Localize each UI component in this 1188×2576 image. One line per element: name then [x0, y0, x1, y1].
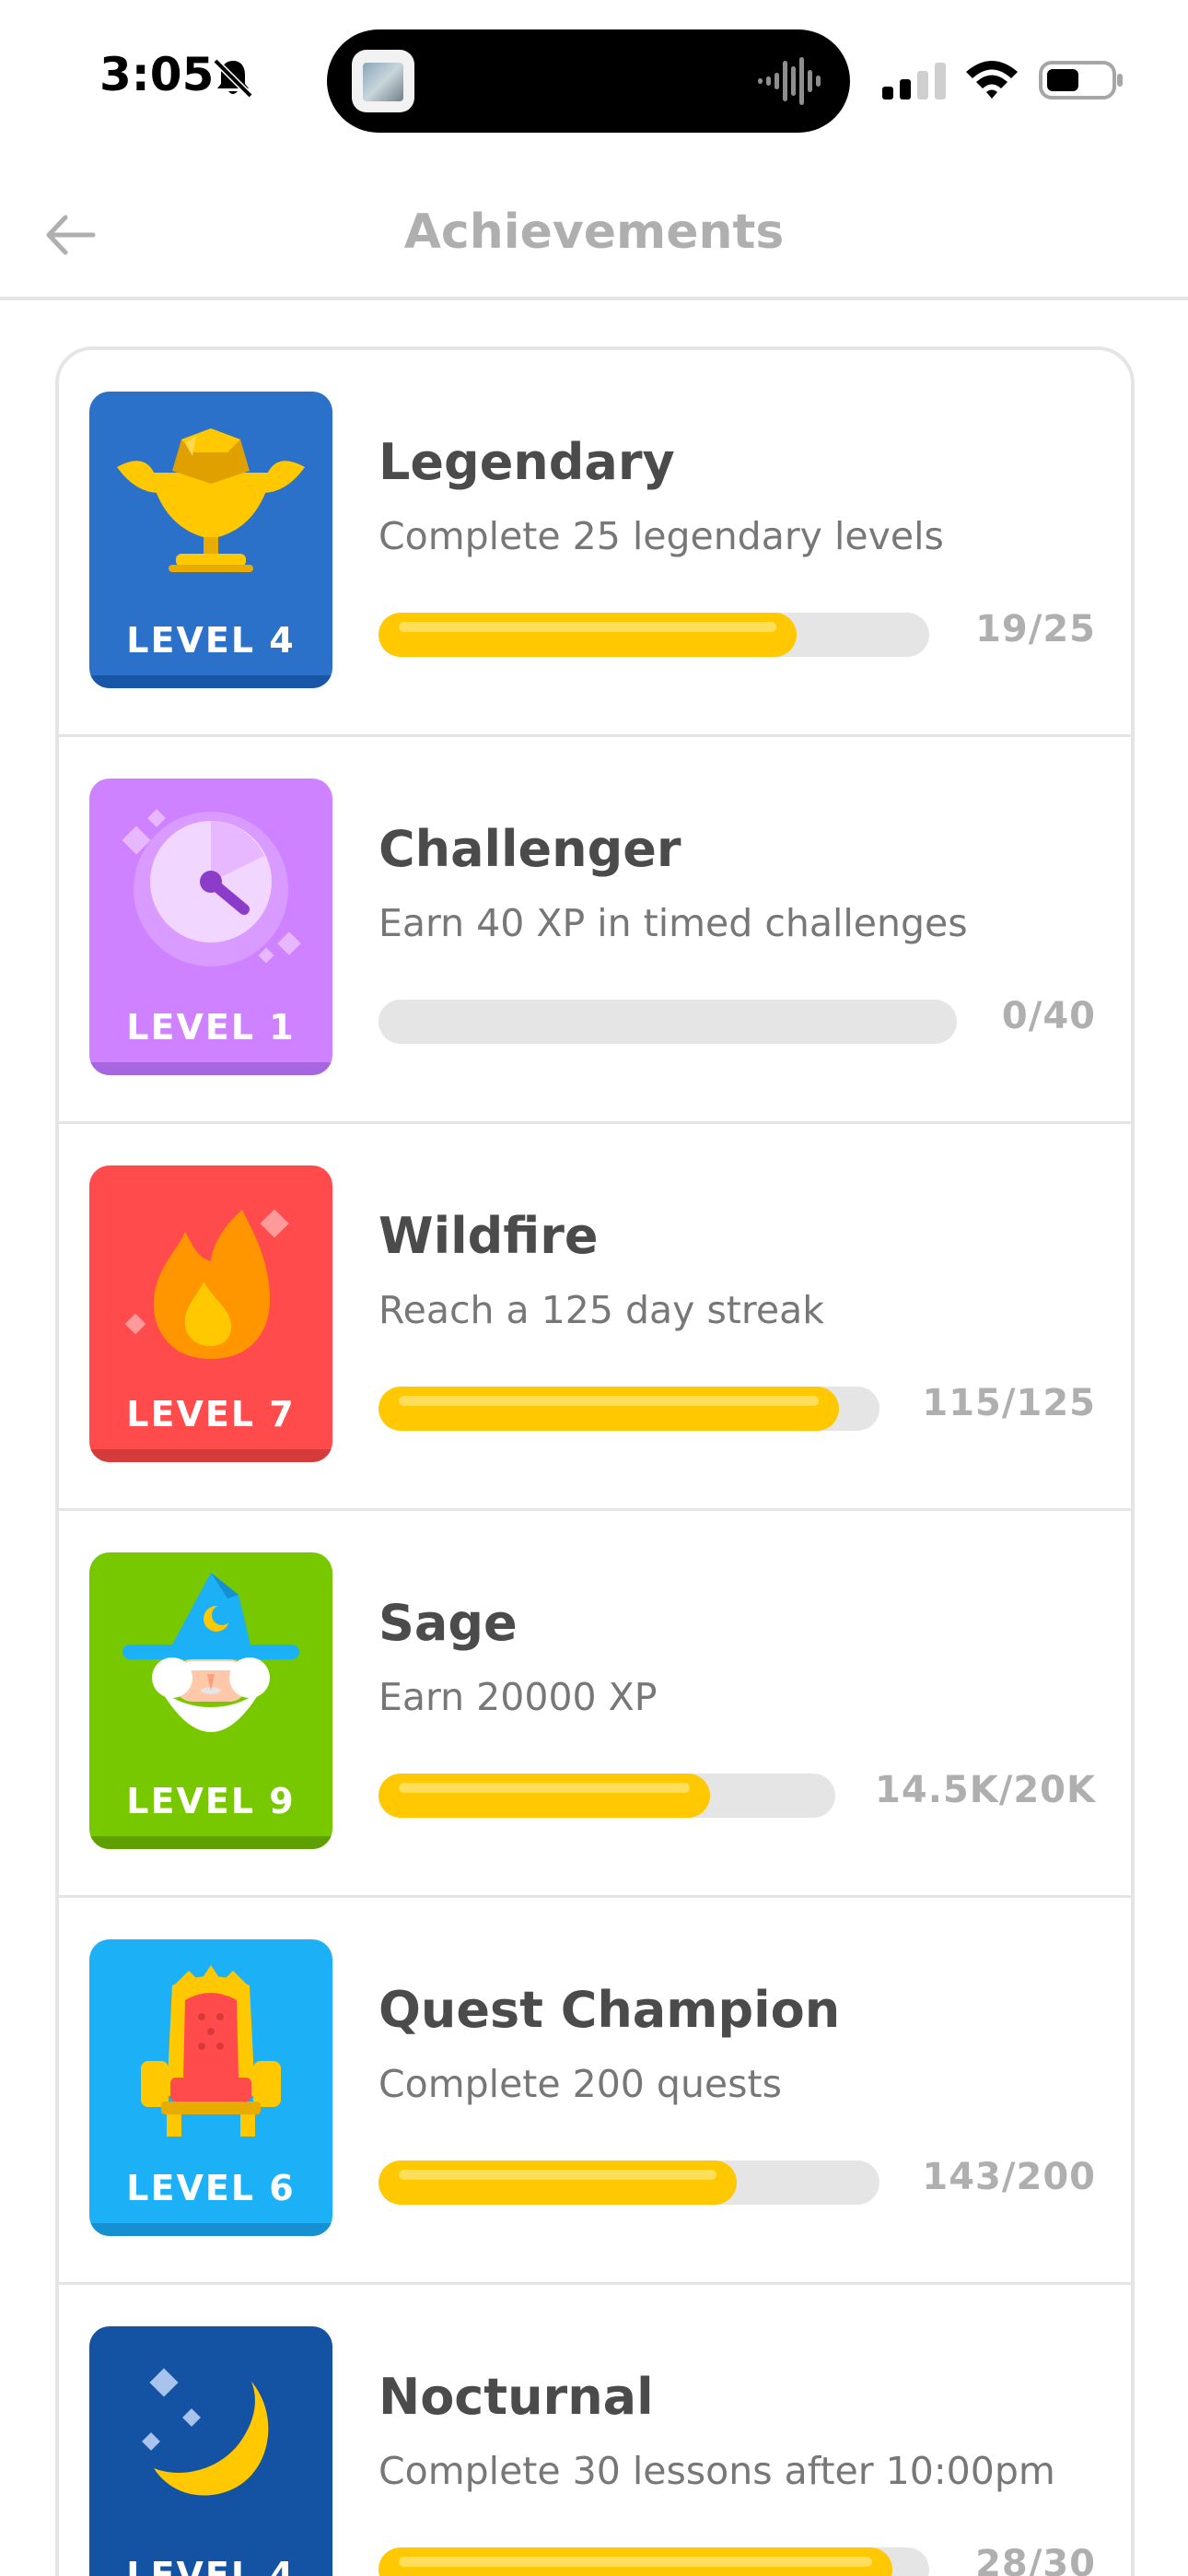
- achievement-row-challenger[interactable]: LEVEL 1 Challenger Earn 40 XP in timed c…: [59, 737, 1131, 1124]
- progress-count: 143/200: [922, 2156, 1096, 2198]
- wizard-icon: [122, 1573, 299, 1732]
- achievement-title: Challenger: [379, 820, 681, 878]
- progress-count: 115/125: [922, 1382, 1096, 1424]
- achievement-description: Complete 25 legendary levels: [379, 514, 944, 558]
- throne-icon: [141, 1965, 281, 2137]
- header: Achievements: [0, 166, 1188, 300]
- trophy-icon: [117, 428, 305, 572]
- achievement-title: Legendary: [379, 433, 675, 491]
- achievement-title: Quest Champion: [379, 1981, 841, 2039]
- achievement-description: Earn 40 XP in timed challenges: [379, 901, 968, 945]
- achievements-list: LEVEL 4 Legendary Complete 25 legendary …: [55, 346, 1135, 2576]
- progress-count: 28/30: [975, 2543, 1096, 2576]
- achievement-description: Earn 20000 XP: [379, 1675, 658, 1719]
- achievement-badge: LEVEL 7: [89, 1165, 332, 1462]
- cellular-signal-icon: [882, 63, 946, 100]
- achievements-screen: 3:05 Achievements LEVEL 4 Legendary Comp…: [0, 0, 1188, 2576]
- status-time: 3:05: [99, 48, 215, 101]
- achievement-row-legendary[interactable]: LEVEL 4 Legendary Complete 25 legendary …: [59, 350, 1131, 737]
- achievement-row-wildfire[interactable]: LEVEL 7 Wildfire Reach a 125 day streak …: [59, 1124, 1131, 1511]
- achievement-badge: LEVEL 4: [89, 2326, 332, 2576]
- flame-icon: [124, 1209, 289, 1359]
- achievement-description: Complete 200 quests: [379, 2062, 782, 2106]
- achievement-title: Nocturnal: [379, 2368, 654, 2426]
- battery-icon: [1039, 61, 1123, 100]
- progress-bar: [379, 1387, 879, 1431]
- progress-bar-fill: [379, 613, 798, 657]
- badge-level-label: LEVEL 4: [126, 620, 296, 661]
- wifi-icon: [966, 61, 1018, 99]
- badge-shadow: [89, 1836, 332, 1849]
- moon-icon: [142, 2368, 269, 2496]
- status-bar: 3:05: [0, 0, 1188, 157]
- progress-count: 0/40: [1001, 995, 1096, 1037]
- progress-bar: [379, 1774, 835, 1818]
- badge-shadow: [89, 1449, 332, 1462]
- progress-bar-fill: [379, 1774, 710, 1818]
- badge-level-label: LEVEL 4: [126, 2555, 296, 2576]
- achievement-description: Reach a 125 day streak: [379, 1288, 824, 1332]
- achievement-row-quest-champion[interactable]: LEVEL 6 Quest Champion Complete 200 ques…: [59, 1898, 1131, 2285]
- achievement-badge: LEVEL 6: [89, 1939, 332, 2236]
- progress-count: 19/25: [975, 608, 1096, 650]
- now-playing-thumbnail-icon: [352, 50, 414, 112]
- badge-level-label: LEVEL 1: [126, 1007, 296, 1048]
- achievement-title: Sage: [379, 1594, 518, 1652]
- progress-bar: [379, 613, 929, 657]
- audio-waveform-icon: [758, 57, 821, 105]
- achievement-description: Complete 30 lessons after 10:00pm: [379, 2449, 1055, 2493]
- progress-bar: [379, 1000, 957, 1044]
- badge-level-label: LEVEL 9: [126, 1781, 296, 1821]
- progress-bar: [379, 2547, 929, 2576]
- achievement-badge: LEVEL 4: [89, 392, 332, 688]
- achievement-badge: LEVEL 9: [89, 1552, 332, 1849]
- badge-shadow: [89, 675, 332, 688]
- badge-level-label: LEVEL 7: [126, 1394, 296, 1434]
- achievement-badge: LEVEL 1: [89, 779, 332, 1075]
- dynamic-island[interactable]: [327, 29, 850, 133]
- badge-shadow: [89, 1062, 332, 1075]
- badge-shadow: [89, 2223, 332, 2236]
- achievement-title: Wildfire: [379, 1207, 599, 1265]
- stopwatch-icon: [122, 809, 301, 966]
- badge-level-label: LEVEL 6: [126, 2168, 296, 2208]
- achievement-row-sage[interactable]: LEVEL 9 Sage Earn 20000 XP 14.5K/20K: [59, 1511, 1131, 1898]
- achievement-row-nocturnal[interactable]: LEVEL 4 Nocturnal Complete 30 lessons af…: [59, 2285, 1131, 2576]
- progress-bar-fill: [379, 2160, 737, 2205]
- progress-count: 14.5K/20K: [875, 1769, 1096, 1811]
- progress-bar: [379, 2160, 879, 2205]
- page-title: Achievements: [403, 205, 785, 260]
- progress-bar-fill: [379, 2547, 892, 2576]
- progress-bar-fill: [379, 1387, 840, 1431]
- bell-muted-icon: [213, 58, 253, 99]
